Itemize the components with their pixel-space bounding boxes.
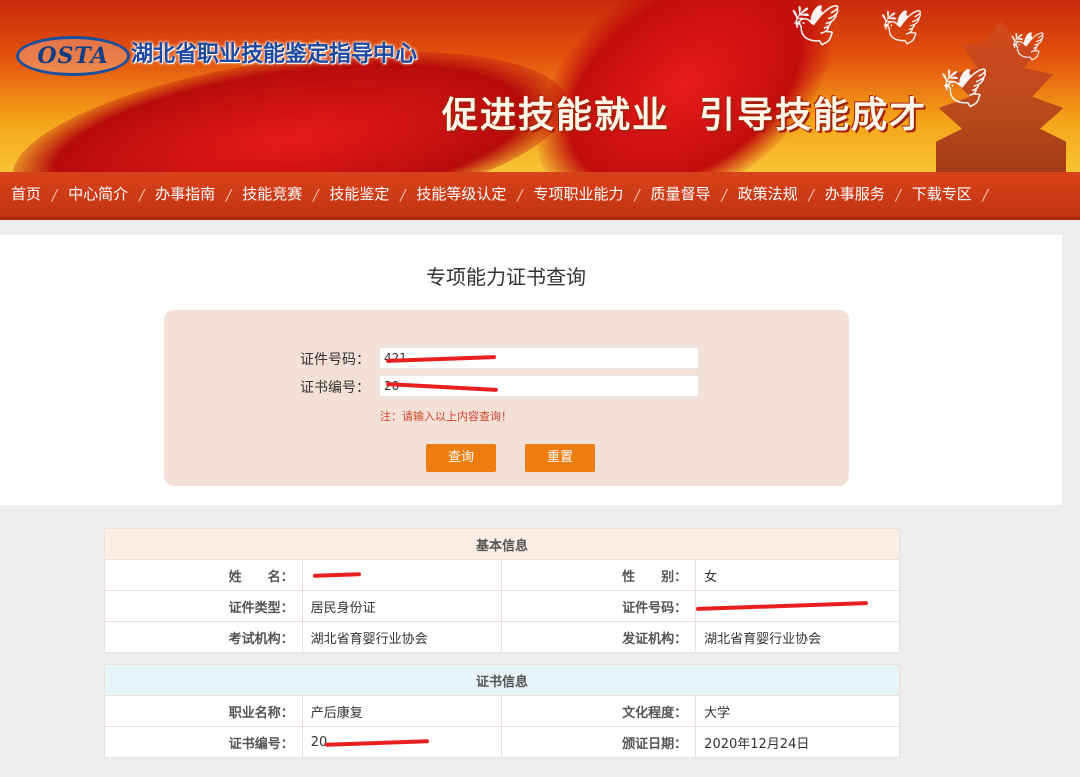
org-name: 湖北省职业技能鉴定指导中心	[131, 42, 418, 67]
query-panel: 专项能力证书查询 证件号码： 证书编号： 注：请输入以上内容查询！ 查询 重置	[0, 235, 1062, 505]
id-number-label: 证件号码：	[300, 352, 370, 368]
gender-value: 女	[695, 559, 900, 591]
issue-date-value: 2020年12月24日	[695, 726, 900, 758]
dove-icon: 🕊	[880, 8, 924, 48]
osta-logo[interactable]: OSTA	[16, 36, 130, 76]
id-type-label: 证件类型：	[104, 590, 303, 622]
id-type-value: 居民身份证	[301, 590, 503, 622]
nav-home[interactable]: 首页	[0, 172, 52, 217]
issue-org-value: 湖北省育婴行业协会	[695, 621, 900, 653]
issue-date-label: 颁证日期：	[501, 726, 697, 758]
main-nav: 首页 / 中心简介 / 办事指南 / 技能竞赛 / 技能鉴定 / 技能等级认定 / 专项职业…	[0, 172, 1080, 220]
nav-services[interactable]: 办事服务	[814, 172, 896, 217]
nav-appraisal[interactable]: 技能鉴定	[318, 172, 400, 217]
nav-guide[interactable]: 办事指南	[144, 172, 226, 217]
redaction-mark	[324, 739, 429, 747]
dove-icon: 🕊	[940, 66, 989, 110]
nav-downloads[interactable]: 下载专区	[901, 172, 983, 217]
slogan: 促进技能就业 引导技能成才	[442, 95, 928, 136]
nav-separator: /	[982, 185, 988, 204]
header-banner: 🕊 🕊 🕊 🕊 OSTA 湖北省职业技能鉴定指导中心 促进技能就业 引导技能成才	[0, 0, 1080, 172]
nav-policy[interactable]: 政策法规	[727, 172, 809, 217]
education-value: 大学	[695, 695, 900, 727]
table-row: 考试机构： 湖北省育婴行业协会 发证机构： 湖北省育婴行业协会	[104, 621, 900, 653]
cert-number-label: 证书编号：	[104, 726, 303, 758]
education-label: 文化程度：	[501, 695, 697, 727]
exam-org-label: 考试机构：	[104, 621, 303, 653]
table-row: 姓 名： 性 别： 女	[104, 559, 900, 591]
job-name-value: 产后康复	[301, 695, 503, 727]
name-label: 姓 名：	[104, 559, 303, 591]
table-row: 职业名称： 产后康复 文化程度： 大学	[104, 695, 900, 727]
redaction-mark	[312, 572, 361, 578]
page-title: 专项能力证书查询	[426, 265, 586, 289]
basic-info-table: 基本信息 姓 名： 性 别： 女 证件类型： 居民身份证 证件号码： 考试机构：…	[104, 528, 900, 653]
job-name-label: 职业名称：	[104, 695, 303, 727]
nav-competition[interactable]: 技能竞赛	[231, 172, 313, 217]
logo-text: OSTA	[37, 43, 109, 69]
name-value	[301, 559, 503, 591]
gender-label: 性 别：	[501, 559, 697, 591]
nav-level-certification[interactable]: 技能等级认定	[405, 172, 517, 217]
table-row: 证书编号： 20 颁证日期： 2020年12月24日	[104, 726, 900, 758]
query-form: 证件号码： 证书编号： 注：请输入以上内容查询！ 查询 重置	[164, 310, 849, 486]
basic-info-header: 基本信息	[104, 528, 900, 560]
id-number-label: 证件号码：	[501, 590, 697, 622]
issue-org-label: 发证机构：	[501, 621, 697, 653]
id-number-value	[695, 590, 900, 622]
nav-quality[interactable]: 质量督导	[640, 172, 722, 217]
table-row: 证件类型： 居民身份证 证件号码：	[104, 590, 900, 622]
cert-info-table: 证书信息 职业名称： 产后康复 文化程度： 大学 证书编号： 20 颁证日期： …	[104, 664, 900, 758]
redaction-mark	[696, 600, 869, 612]
search-button[interactable]: 查询	[426, 444, 496, 472]
cert-info-header: 证书信息	[104, 664, 900, 696]
dove-icon: 🕊	[1010, 30, 1046, 63]
exam-org-value: 湖北省育婴行业协会	[301, 621, 503, 653]
cert-number-value: 20	[301, 726, 503, 758]
nav-special-ability[interactable]: 专项职业能力	[522, 172, 634, 217]
input-hint: 注：请输入以上内容查询！	[380, 410, 512, 423]
dove-icon: 🕊	[790, 3, 841, 49]
nav-about[interactable]: 中心简介	[57, 172, 139, 217]
reset-button[interactable]: 重置	[525, 444, 595, 472]
cert-number-label: 证书编号：	[300, 380, 370, 396]
